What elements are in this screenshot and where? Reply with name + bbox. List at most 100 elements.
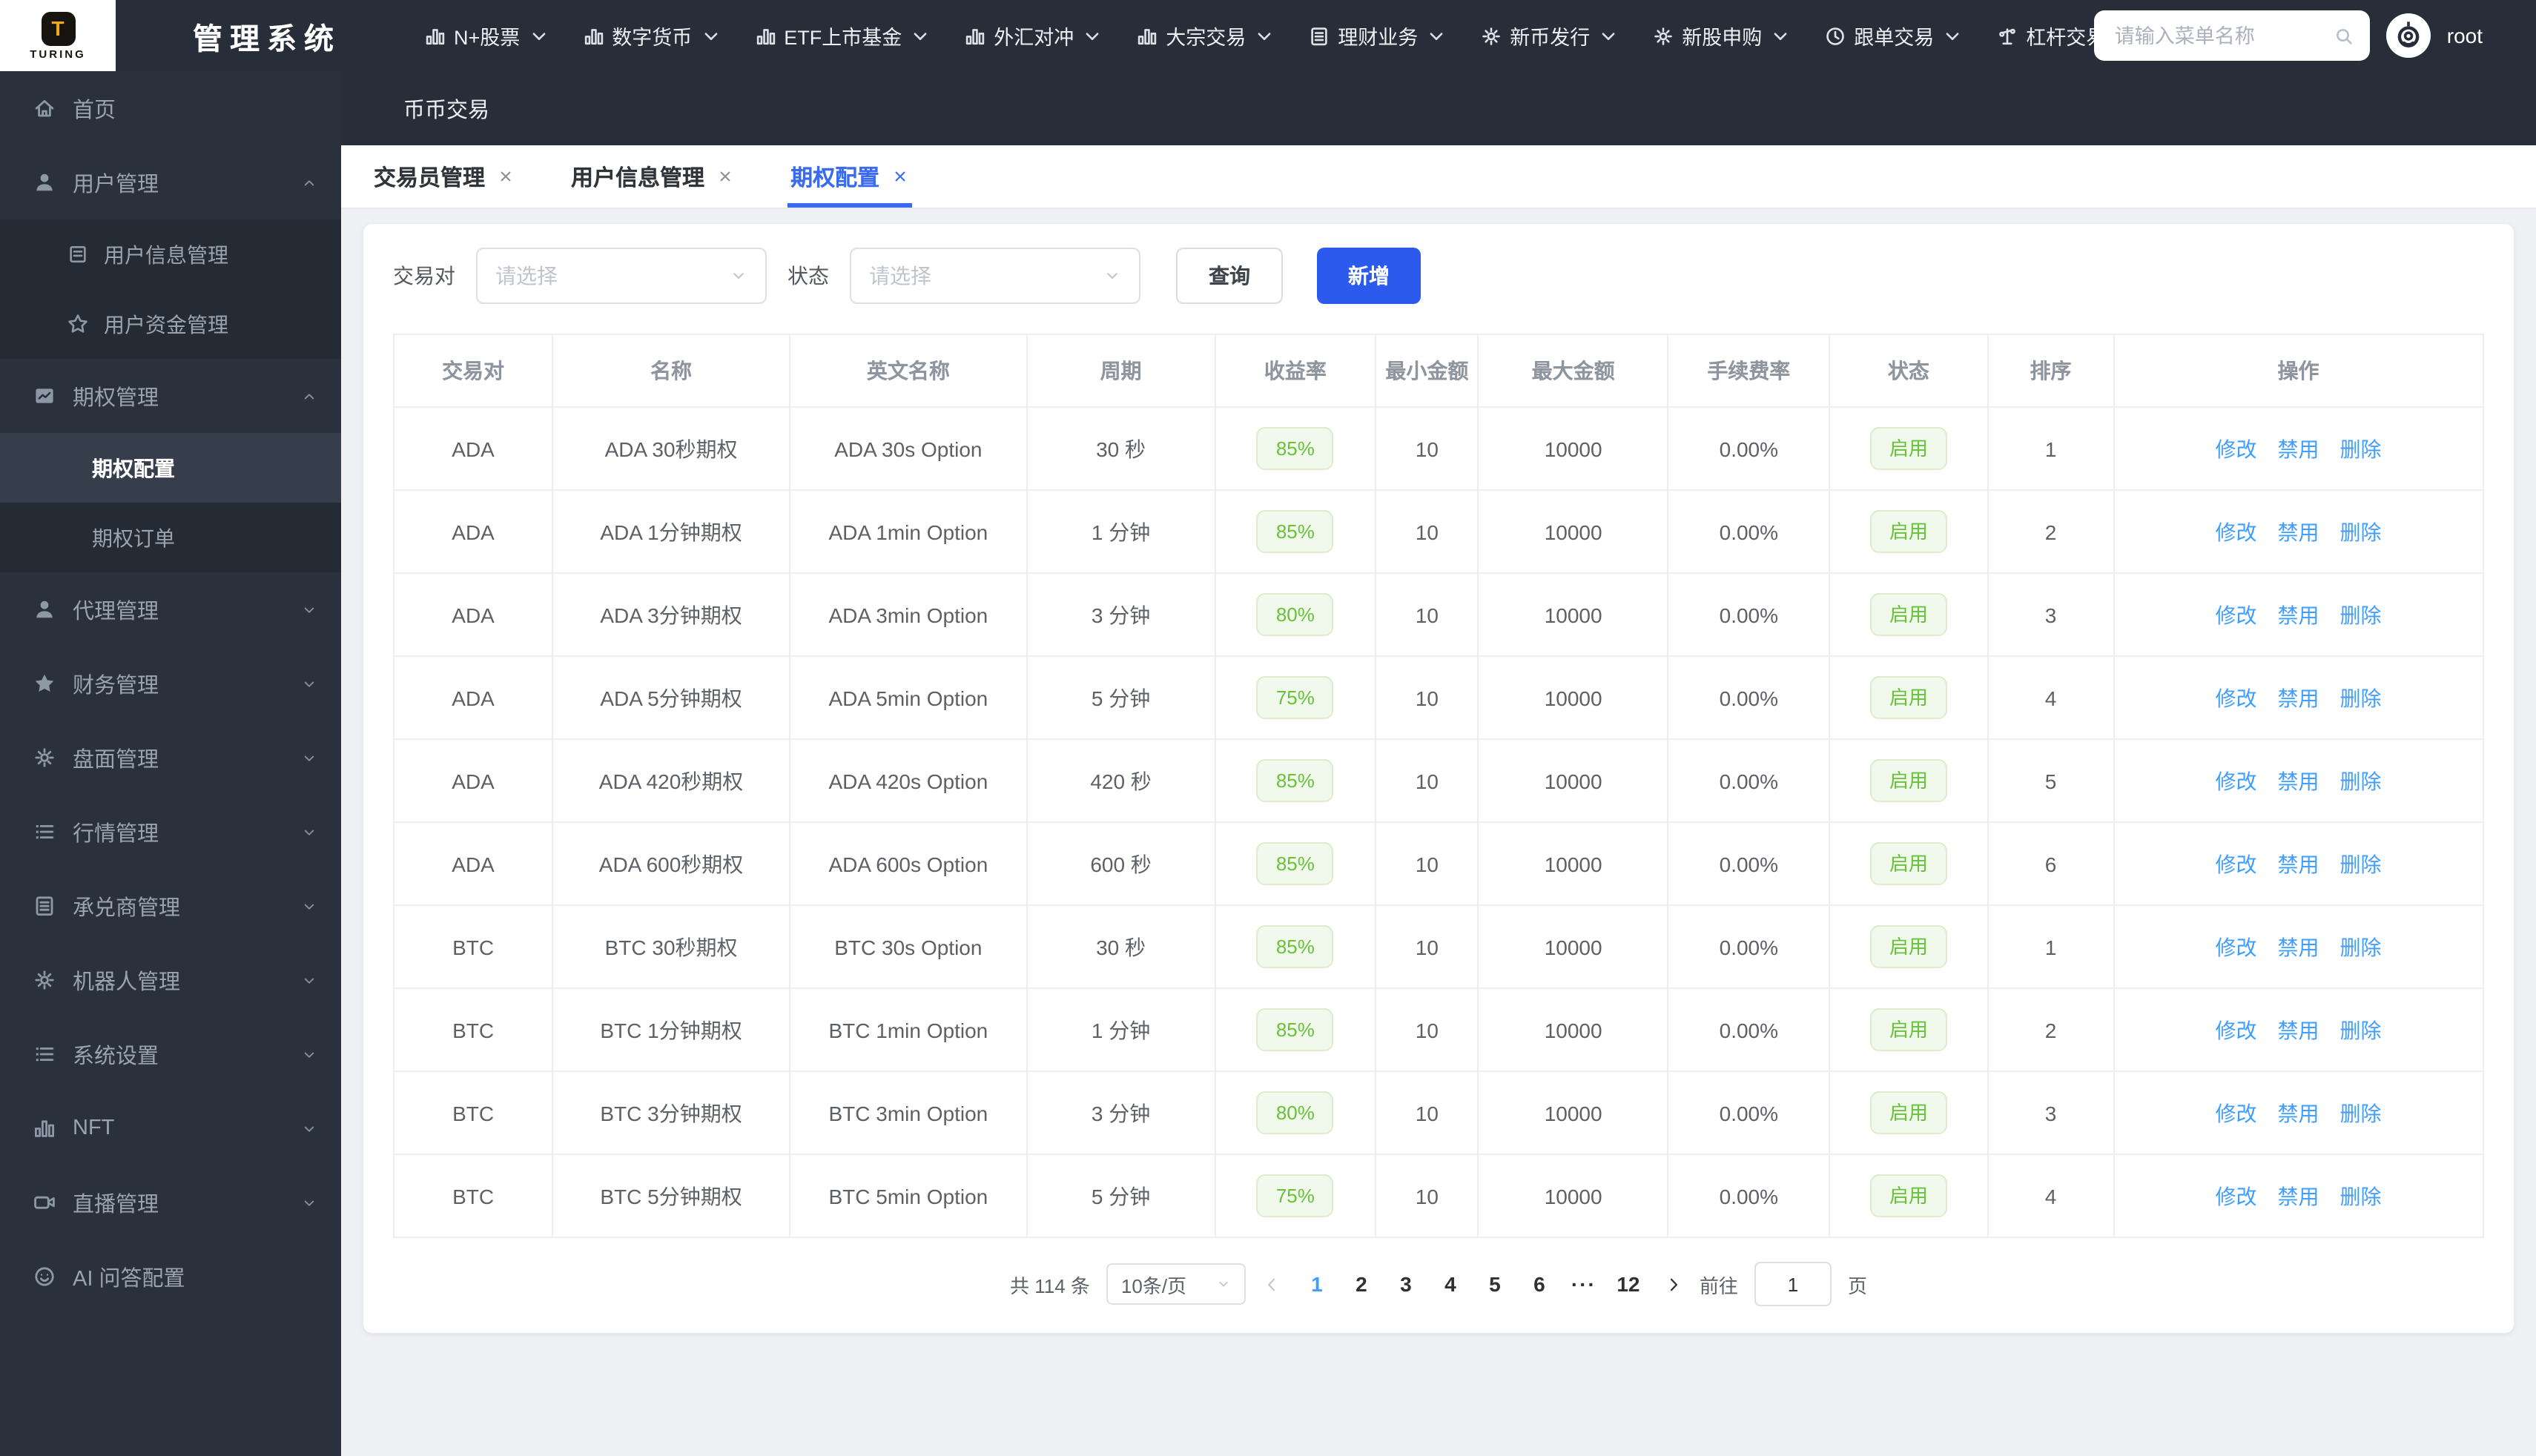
status-select[interactable]: 请选择	[850, 248, 1140, 304]
tab-trader-mgmt[interactable]: 交易员管理	[374, 145, 515, 208]
sidebar-item-robot-mgmt[interactable]: 机器人管理	[0, 943, 341, 1017]
action-delete-link[interactable]: 删除	[2340, 769, 2382, 792]
workspace-chevron-down-icon[interactable]	[500, 100, 516, 116]
page-number-3[interactable]: 3	[1387, 1272, 1425, 1296]
avatar[interactable]	[2385, 13, 2431, 58]
page-number-1[interactable]: 1	[1298, 1272, 1336, 1296]
chevron-down-icon	[301, 601, 317, 618]
action-disable-link[interactable]: 禁用	[2278, 520, 2319, 543]
action-delete-link[interactable]: 删除	[2340, 935, 2382, 959]
page-size-select[interactable]: 10条/页	[1106, 1263, 1246, 1305]
query-button[interactable]: 查询	[1176, 248, 1283, 304]
close-icon[interactable]	[716, 168, 734, 185]
nav-menu-copy-trade[interactable]: 跟单交易	[1824, 21, 1964, 50]
sidebar-item-options-orders[interactable]: 期权订单	[0, 503, 341, 572]
sidebar-item-user-funds-mgmt[interactable]: 用户资金管理	[0, 289, 341, 359]
action-delete-link[interactable]: 删除	[2340, 1018, 2382, 1042]
action-delete-link[interactable]: 删除	[2340, 686, 2382, 709]
action-edit-link[interactable]: 修改	[2216, 935, 2257, 959]
menu-search-box[interactable]	[2093, 10, 2370, 61]
action-delete-link[interactable]: 删除	[2340, 1184, 2382, 1208]
next-page-button[interactable]	[1664, 1274, 1683, 1294]
sidebar-item-finance-mgmt[interactable]: 财务管理	[0, 646, 341, 721]
sidebar-item-live-mgmt[interactable]: 直播管理	[0, 1165, 341, 1240]
action-disable-link[interactable]: 禁用	[2278, 769, 2319, 792]
action-delete-link[interactable]: 删除	[2340, 852, 2382, 876]
sidebar-item-ai-qa-config[interactable]: AI 问答配置	[0, 1240, 341, 1314]
sidebar-item-system-settings[interactable]: 系统设置	[0, 1017, 341, 1091]
page-number-4[interactable]: 4	[1431, 1272, 1470, 1296]
action-delete-link[interactable]: 删除	[2340, 437, 2382, 460]
sidebar-item-user-mgmt[interactable]: 用户管理	[0, 145, 341, 219]
page-number-12[interactable]: 12	[1609, 1272, 1648, 1296]
sidebar-item-label: 直播管理	[73, 1193, 159, 1217]
action-disable-link[interactable]: 禁用	[2278, 686, 2319, 709]
action-edit-link[interactable]: 修改	[2216, 437, 2257, 460]
action-disable-link[interactable]: 禁用	[2278, 437, 2319, 460]
page-number-6[interactable]: 6	[1520, 1272, 1559, 1296]
action-edit-link[interactable]: 修改	[2216, 520, 2257, 543]
sidebar-item-nft[interactable]: NFT	[0, 1091, 341, 1165]
goto-label: 前往	[1699, 1274, 1738, 1297]
action-edit-link[interactable]: 修改	[2216, 603, 2257, 626]
nav-menu-n-stocks[interactable]: N+股票	[424, 21, 549, 50]
nav-menu-ipo-subscribe[interactable]: 新股申购	[1652, 21, 1792, 50]
page-number-2[interactable]: 2	[1342, 1272, 1381, 1296]
nav-menu-etf-funds[interactable]: ETF上市基金	[754, 21, 931, 50]
sidebar-item-acceptor-mgmt[interactable]: 承兑商管理	[0, 869, 341, 943]
sidebar-item-board-mgmt[interactable]: 盘面管理	[0, 721, 341, 795]
close-icon[interactable]	[497, 168, 515, 185]
cell-period: 1 分钟	[1026, 987, 1216, 1072]
action-edit-link[interactable]: 修改	[2216, 1101, 2257, 1125]
pair-select[interactable]: 请选择	[476, 248, 767, 304]
cell-status: 启用	[1828, 821, 1989, 906]
sidebar-item-market-mgmt[interactable]: 行情管理	[0, 795, 341, 869]
action-edit-link[interactable]: 修改	[2216, 769, 2257, 792]
add-button[interactable]: 新增	[1317, 248, 1421, 304]
column-header: 交易对	[392, 334, 554, 408]
star-icon	[67, 313, 89, 335]
action-disable-link[interactable]: 禁用	[2278, 852, 2319, 876]
tab-user-info-mgmt[interactable]: 用户信息管理	[571, 145, 734, 208]
sidebar-item-options-config[interactable]: 期权配置	[0, 433, 341, 503]
action-disable-link[interactable]: 禁用	[2278, 1018, 2319, 1042]
nav-menu-crypto[interactable]: 数字货币	[582, 21, 721, 50]
action-disable-link[interactable]: 禁用	[2278, 603, 2319, 626]
action-disable-link[interactable]: 禁用	[2278, 1184, 2319, 1208]
page-number-5[interactable]: 5	[1476, 1272, 1514, 1296]
action-disable-link[interactable]: 禁用	[2278, 1101, 2319, 1125]
table-row: BTC BTC 1分钟期权 BTC 1min Option 1 分钟 85% 10 1000…	[392, 987, 2485, 1072]
sidebar-item-options-mgmt[interactable]: 期权管理	[0, 359, 341, 433]
nav-menu-block-trade[interactable]: 大宗交易	[1136, 21, 1275, 50]
workspace-label[interactable]: 币币交易	[403, 93, 489, 124]
cell-name-en: ADA 3min Option	[788, 572, 1028, 657]
action-edit-link[interactable]: 修改	[2216, 852, 2257, 876]
menu-search-input[interactable]	[2111, 23, 2328, 48]
nav-menu-new-coin-issue[interactable]: 新币发行	[1480, 21, 1619, 50]
action-disable-link[interactable]: 禁用	[2278, 935, 2319, 959]
close-icon[interactable]	[891, 168, 909, 185]
sidebar-item-label: 代理管理	[73, 600, 159, 623]
brand-logo[interactable]: T TURING	[0, 0, 116, 71]
prev-page-button[interactable]	[1262, 1274, 1281, 1294]
user-chevron-down-icon[interactable]	[2499, 27, 2515, 44]
action-delete-link[interactable]: 删除	[2340, 603, 2382, 626]
sidebar-item-user-info-mgmt[interactable]: 用户信息管理	[0, 219, 341, 289]
action-delete-link[interactable]: 删除	[2340, 1101, 2382, 1125]
page-ellipsis[interactable]: ···	[1565, 1272, 1603, 1296]
nav-menu-forex-hedge[interactable]: 外汇对冲	[964, 21, 1103, 50]
list-icon	[33, 1042, 56, 1066]
tab-options-config[interactable]: 期权配置	[787, 145, 913, 208]
search-icon[interactable]	[2333, 24, 2355, 47]
sidebar-item-home[interactable]: 首页	[0, 71, 341, 145]
action-edit-link[interactable]: 修改	[2216, 1018, 2257, 1042]
nav-menu-wealth-biz[interactable]: 理财业务	[1308, 21, 1447, 50]
sidebar-item-agent-mgmt[interactable]: 代理管理	[0, 572, 341, 646]
action-delete-link[interactable]: 删除	[2340, 520, 2382, 543]
goto-page-input[interactable]	[1754, 1262, 1832, 1306]
action-edit-link[interactable]: 修改	[2216, 686, 2257, 709]
action-edit-link[interactable]: 修改	[2216, 1184, 2257, 1208]
status-badge: 启用	[1869, 1174, 1947, 1217]
nav-menu-label: ETF上市基金	[784, 27, 902, 49]
chevron-up-icon	[301, 174, 317, 191]
